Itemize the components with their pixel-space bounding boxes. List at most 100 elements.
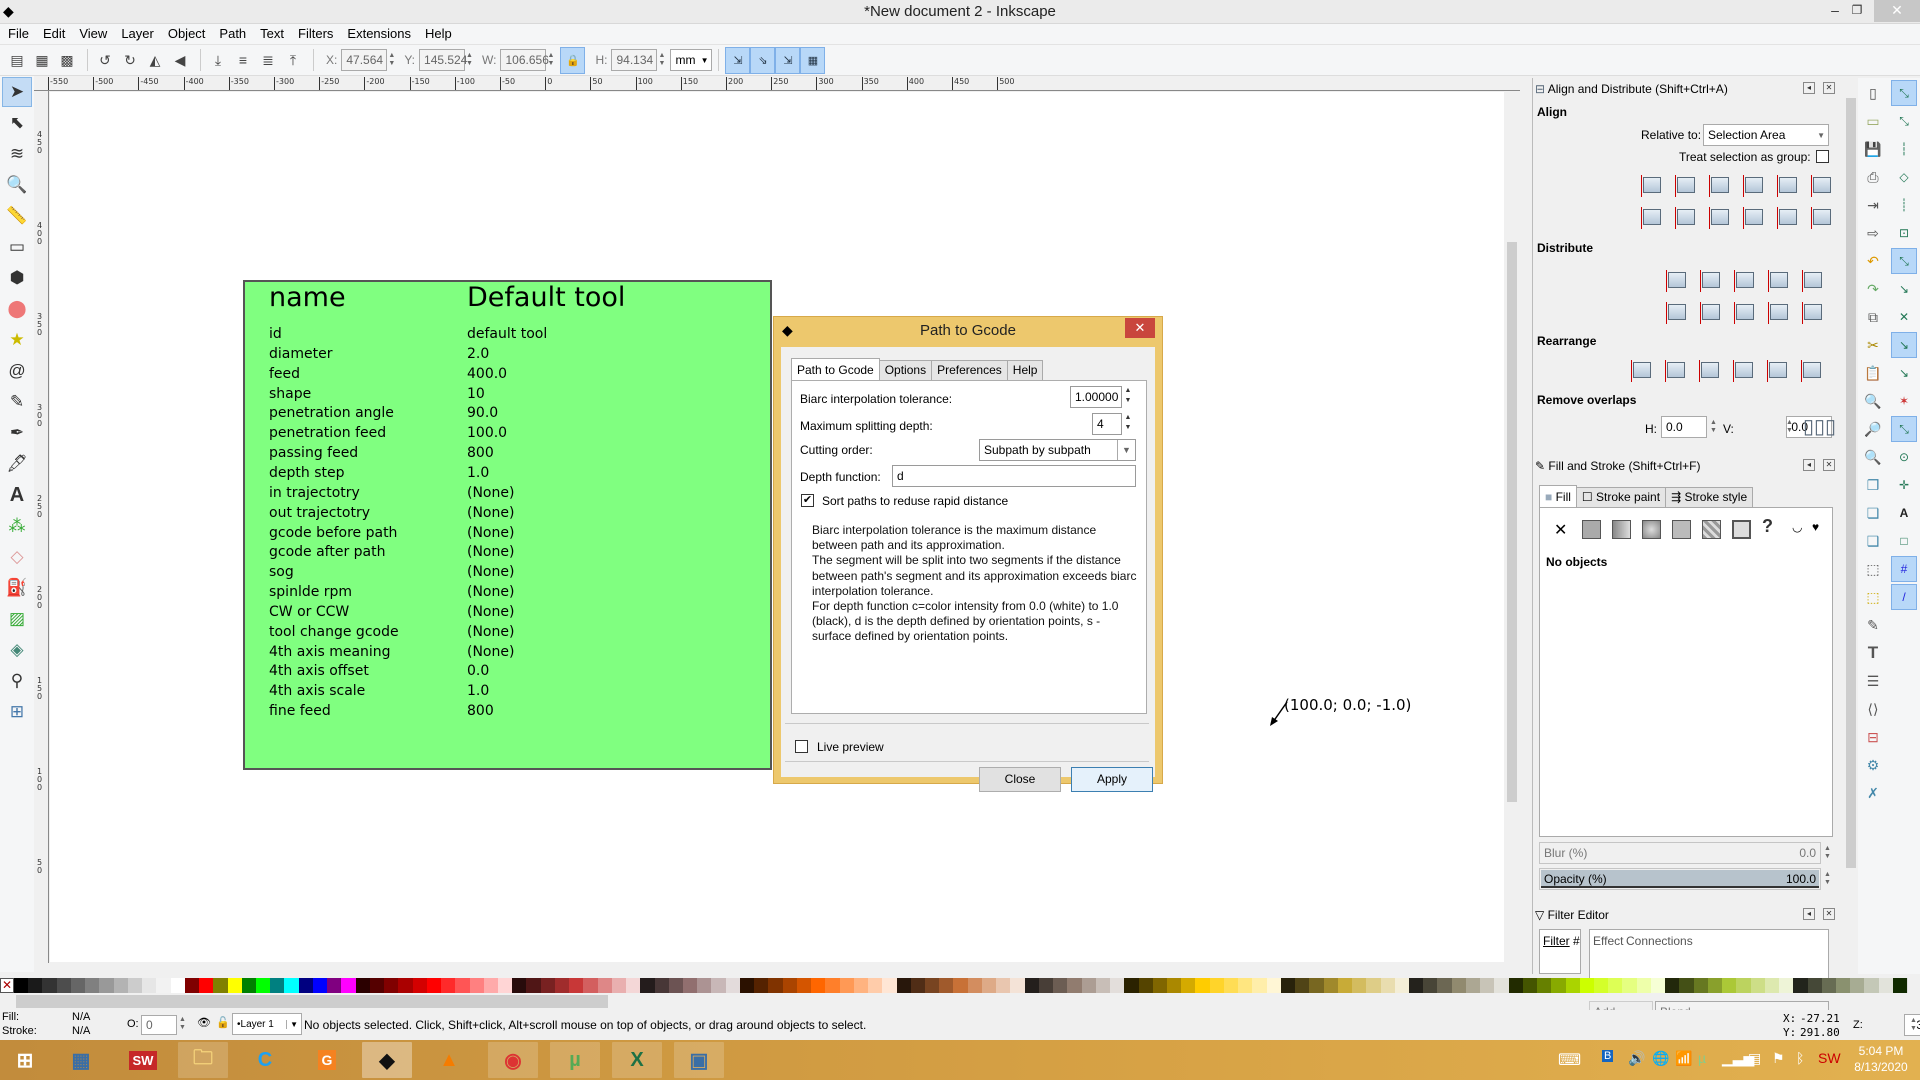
palette-swatch[interactable]: [384, 978, 399, 993]
distribute-bottom-edges-icon[interactable]: [1732, 300, 1758, 324]
palette-swatch[interactable]: [199, 978, 214, 993]
select-all-icon[interactable]: ▤: [6, 49, 28, 71]
palette-swatch[interactable]: [1309, 978, 1324, 993]
palette-swatch[interactable]: [1095, 978, 1111, 993]
fill-stroke-icon[interactable]: ✎: [1860, 612, 1886, 638]
swatch-icon[interactable]: [1732, 520, 1751, 539]
palette-swatch[interactable]: [1679, 978, 1694, 993]
snap-bbox-centers-toggle[interactable]: ⊡: [1891, 220, 1917, 246]
snap-bbox-midpoints-toggle[interactable]: ┊: [1891, 192, 1917, 218]
star-tool-icon[interactable]: ★: [2, 325, 32, 355]
filter-list[interactable]: Filter #: [1539, 929, 1581, 974]
palette-swatch[interactable]: [270, 978, 285, 993]
rotate-ccw-icon[interactable]: ↺: [94, 49, 116, 71]
flip-vertical-icon[interactable]: ◀: [169, 49, 191, 71]
canvas-vertical-scrollbar[interactable]: [1504, 92, 1520, 962]
raise-to-top-icon[interactable]: ⤒: [282, 49, 304, 71]
tab-fill[interactable]: ■ Fill: [1539, 485, 1577, 507]
menu-file[interactable]: File: [0, 24, 36, 44]
layer-visibility-icon[interactable]: 👁: [197, 1016, 211, 1029]
palette-swatch[interactable]: [1280, 978, 1296, 993]
palette-swatch[interactable]: [1736, 978, 1751, 993]
splitting-depth-spinner[interactable]: ▲ ▼: [1123, 413, 1133, 435]
palette-swatch[interactable]: [1551, 978, 1566, 993]
zoom-drawing-icon[interactable]: 🔎: [1860, 416, 1886, 442]
pen-tool-icon[interactable]: ✒: [2, 418, 32, 448]
palette-swatch[interactable]: [170, 978, 185, 993]
palette-swatch[interactable]: [1067, 978, 1082, 993]
menu-edit[interactable]: Edit: [36, 24, 72, 44]
palette-swatch[interactable]: [327, 978, 342, 993]
palette-swatch[interactable]: [811, 978, 826, 993]
save-icon[interactable]: 💾: [1860, 136, 1886, 162]
palette-swatch[interactable]: [725, 978, 740, 993]
palette-swatch[interactable]: [967, 978, 982, 993]
palette-swatch[interactable]: [497, 978, 513, 993]
snap-intersections-toggle[interactable]: ✕: [1891, 304, 1917, 330]
palette-swatch[interactable]: [1223, 978, 1239, 993]
blur-spinner[interactable]: ▲ ▼: [1824, 842, 1834, 864]
snap-cusp-nodes-toggle[interactable]: ↘: [1891, 332, 1917, 358]
palette-swatch[interactable]: [42, 978, 57, 993]
tab-preferences[interactable]: Preferences: [931, 360, 1008, 380]
palette-swatch[interactable]: [412, 978, 427, 993]
unclump-icon[interactable]: [1799, 358, 1825, 382]
snap-grid-toggle[interactable]: #: [1891, 556, 1917, 582]
bluetooth-icon[interactable]: ᛒ: [1796, 1050, 1804, 1066]
spiral-tool-icon[interactable]: @: [2, 356, 32, 386]
palette-swatch[interactable]: [583, 978, 598, 993]
palette-swatch[interactable]: [1437, 978, 1452, 993]
3d-box-tool-icon[interactable]: ⬢: [2, 263, 32, 293]
palette-swatch[interactable]: [925, 978, 940, 993]
snap-bbox-corners-toggle[interactable]: ◇: [1891, 164, 1917, 190]
palette-swatch[interactable]: [1266, 978, 1281, 993]
exchange-positions-icon[interactable]: [1663, 358, 1689, 382]
fill-rule-nonzero-icon[interactable]: ♥: [1812, 520, 1819, 534]
menu-text[interactable]: Text: [253, 24, 291, 44]
blur-slider[interactable]: Blur (%) 0.0: [1539, 842, 1821, 864]
linear-gradient-icon[interactable]: [1612, 520, 1631, 539]
palette-swatch[interactable]: [1195, 978, 1210, 993]
palette-swatch[interactable]: [668, 978, 684, 993]
tool-table-rectangle[interactable]: name Default tool id default tool diameter…: [243, 280, 772, 770]
palette-swatch[interactable]: [1352, 978, 1367, 993]
tab-options[interactable]: Options: [878, 360, 933, 380]
taskbar-inkscape-icon[interactable]: ◆: [362, 1042, 412, 1078]
align-top-edges-icon[interactable]: [1673, 205, 1699, 229]
palette-swatch[interactable]: [241, 978, 256, 993]
palette-swatch[interactable]: [127, 978, 143, 993]
palette-swatch[interactable]: [654, 978, 669, 993]
dialog-close-icon[interactable]: ✕: [1125, 318, 1155, 338]
x-spinner[interactable]: ▲ ▼: [388, 49, 398, 71]
palette-swatch[interactable]: [939, 978, 954, 993]
pattern-icon[interactable]: [1702, 520, 1721, 539]
palette-swatch[interactable]: [683, 978, 698, 993]
group-icon[interactable]: ⬚: [1860, 556, 1886, 582]
tweak-tool-icon[interactable]: ≋: [2, 139, 32, 169]
palette-swatch[interactable]: [1750, 978, 1765, 993]
palette-swatch[interactable]: [1024, 978, 1039, 993]
raise-icon[interactable]: ≣: [257, 49, 279, 71]
apply-button[interactable]: Apply: [1071, 767, 1153, 792]
pencil-tool-icon[interactable]: ✎: [2, 387, 32, 417]
xml-editor-icon[interactable]: ⟨⟩: [1860, 696, 1886, 722]
palette-swatch[interactable]: [1537, 978, 1552, 993]
palette-swatch[interactable]: [1878, 978, 1893, 993]
restore-button[interactable]: ❐: [1842, 0, 1872, 22]
palette-swatch[interactable]: [1252, 978, 1267, 993]
cutting-order-select[interactable]: Subpath by subpath ▼: [979, 439, 1136, 461]
ungroup-icon[interactable]: ⬚: [1860, 584, 1886, 610]
taskbar-utorrent-icon[interactable]: µ: [550, 1042, 600, 1078]
palette-swatch[interactable]: [1451, 978, 1466, 993]
fill-rule-evenodd-icon[interactable]: ◡: [1792, 520, 1802, 534]
layers-icon[interactable]: ☰: [1860, 668, 1886, 694]
align-distribute-icon[interactable]: ⊟: [1860, 724, 1886, 750]
palette-swatch[interactable]: [1209, 978, 1224, 993]
palette-swatch[interactable]: [1423, 978, 1438, 993]
palette-swatch[interactable]: [1508, 978, 1523, 993]
h-input[interactable]: 94.134: [611, 49, 658, 71]
w-input[interactable]: 106.656: [500, 49, 549, 71]
palette-swatch[interactable]: [1850, 978, 1865, 993]
redo-icon[interactable]: ↷: [1860, 276, 1886, 302]
palette-swatch[interactable]: [739, 978, 755, 993]
